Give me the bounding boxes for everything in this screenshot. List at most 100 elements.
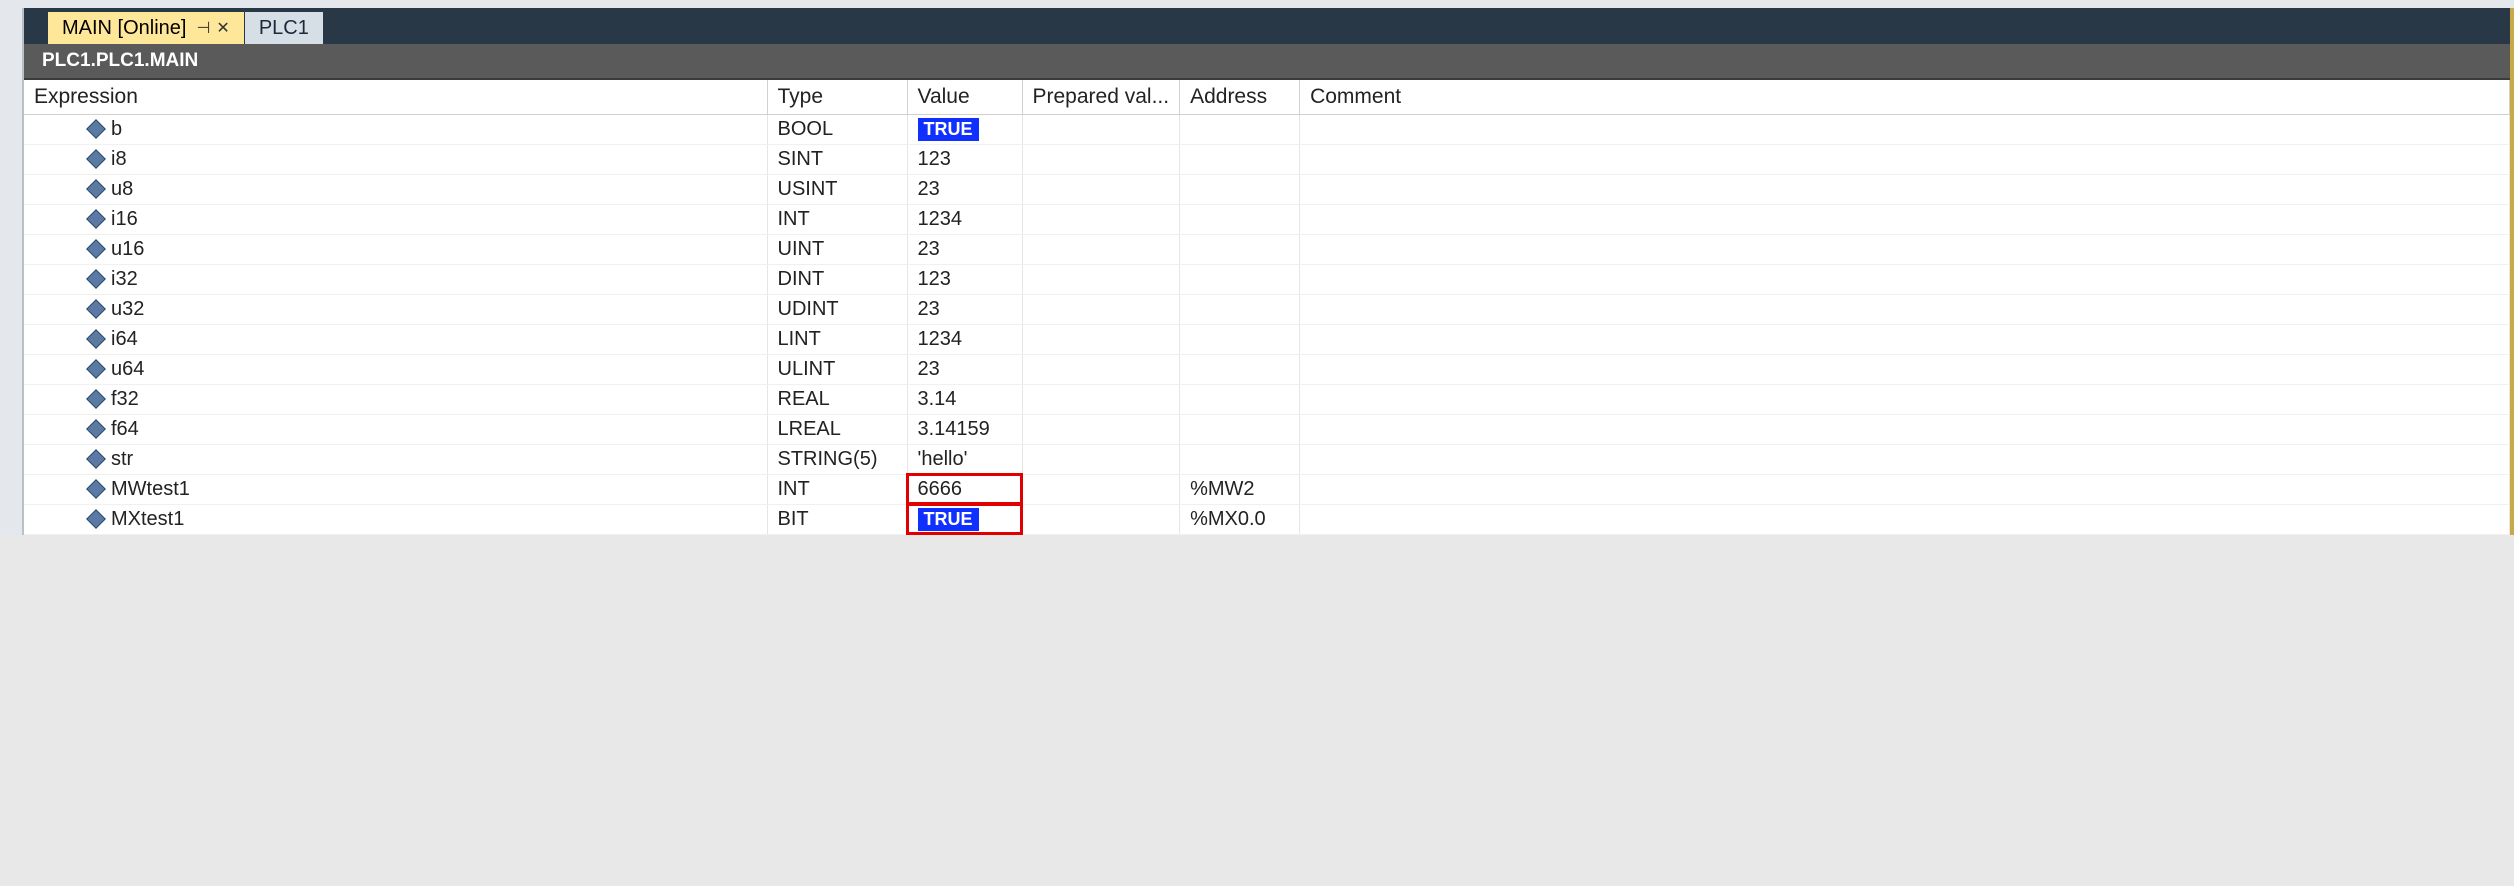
variable-icon — [89, 302, 103, 316]
table-row[interactable]: strSTRING(5)'hello' — [24, 444, 2510, 474]
prepared-cell[interactable] — [1022, 264, 1180, 294]
col-header-address[interactable]: Address — [1180, 80, 1300, 114]
prepared-cell[interactable] — [1022, 414, 1180, 444]
type-cell: LREAL — [767, 414, 907, 444]
prepared-cell[interactable] — [1022, 474, 1180, 504]
comment-cell[interactable] — [1300, 294, 2510, 324]
comment-cell[interactable] — [1300, 474, 2510, 504]
prepared-cell[interactable] — [1022, 354, 1180, 384]
col-header-comment[interactable]: Comment — [1300, 80, 2510, 114]
variable-icon — [89, 212, 103, 226]
address-cell — [1180, 114, 1300, 144]
value-cell[interactable]: 3.14159 — [907, 414, 1022, 444]
address-cell — [1180, 264, 1300, 294]
value-text: 23 — [918, 238, 940, 260]
value-text: 23 — [918, 358, 940, 380]
variable-icon — [89, 182, 103, 196]
value-text: 'hello' — [918, 448, 968, 470]
comment-cell[interactable] — [1300, 204, 2510, 234]
comment-cell[interactable] — [1300, 234, 2510, 264]
type-cell: LINT — [767, 324, 907, 354]
variable-icon — [89, 152, 103, 166]
comment-cell[interactable] — [1300, 414, 2510, 444]
pin-icon[interactable]: ⊣ — [196, 18, 210, 38]
table-row[interactable]: u8USINT23 — [24, 174, 2510, 204]
prepared-cell[interactable] — [1022, 504, 1180, 534]
type-cell: INT — [767, 474, 907, 504]
table-row[interactable]: i16INT1234 — [24, 204, 2510, 234]
left-gutter — [0, 8, 24, 535]
type-cell: INT — [767, 204, 907, 234]
value-cell[interactable]: 23 — [907, 234, 1022, 264]
table-row[interactable]: MXtest1BITTRUE%MX0.0 — [24, 504, 2510, 534]
table-row[interactable]: i64 LINT 1234 — [24, 324, 2510, 354]
comment-cell[interactable] — [1300, 144, 2510, 174]
variable-name: i64 — [111, 328, 138, 351]
value-cell[interactable]: TRUE — [907, 504, 1022, 534]
value-cell[interactable]: 3.14 — [907, 384, 1022, 414]
type-cell: USINT — [767, 174, 907, 204]
prepared-cell[interactable] — [1022, 234, 1180, 264]
comment-cell[interactable] — [1300, 174, 2510, 204]
variable-name: str — [111, 448, 133, 471]
value-text: 3.14 — [918, 388, 957, 410]
prepared-cell[interactable] — [1022, 384, 1180, 414]
prepared-cell[interactable] — [1022, 324, 1180, 354]
comment-cell[interactable] — [1300, 504, 2510, 534]
variable-name: u64 — [111, 358, 144, 381]
comment-cell[interactable] — [1300, 354, 2510, 384]
table-row[interactable]: i8SINT123 — [24, 144, 2510, 174]
value-cell[interactable]: 123 — [907, 264, 1022, 294]
comment-cell[interactable] — [1300, 264, 2510, 294]
value-cell[interactable]: TRUE — [907, 114, 1022, 144]
editor-area: MAIN [Online]⊣✕PLC1 PLC1.PLC1.MAIN Expre… — [24, 8, 2514, 535]
variable-name: u16 — [111, 238, 144, 261]
type-cell: REAL — [767, 384, 907, 414]
col-header-prepared[interactable]: Prepared val... — [1022, 80, 1180, 114]
table-row[interactable]: MWtest1INT6666%MW2 — [24, 474, 2510, 504]
prepared-cell[interactable] — [1022, 174, 1180, 204]
comment-cell[interactable] — [1300, 114, 2510, 144]
value-cell[interactable]: 6666 — [907, 474, 1022, 504]
comment-cell[interactable] — [1300, 324, 2510, 354]
prepared-cell[interactable] — [1022, 444, 1180, 474]
tab-bar: MAIN [Online]⊣✕PLC1 — [24, 8, 2510, 44]
table-row[interactable]: u64 ULINT 23 — [24, 354, 2510, 384]
table-row[interactable]: i32DINT123 — [24, 264, 2510, 294]
value-cell[interactable]: 'hello' — [907, 444, 1022, 474]
variable-icon — [89, 122, 103, 136]
variable-name: u32 — [111, 298, 144, 321]
table-row[interactable]: f32REAL3.14 — [24, 384, 2510, 414]
col-header-expression[interactable]: Expression — [24, 80, 767, 114]
table-row[interactable]: u32UDINT23 — [24, 294, 2510, 324]
tab-plc1[interactable]: PLC1 — [245, 12, 324, 44]
comment-cell[interactable] — [1300, 444, 2510, 474]
value-cell[interactable]: 23 — [907, 174, 1022, 204]
col-header-type[interactable]: Type — [767, 80, 907, 114]
prepared-cell[interactable] — [1022, 144, 1180, 174]
prepared-cell[interactable] — [1022, 204, 1180, 234]
variable-icon — [89, 452, 103, 466]
tab-main-online-[interactable]: MAIN [Online]⊣✕ — [48, 12, 245, 44]
close-icon[interactable]: ✕ — [216, 18, 229, 38]
value-cell[interactable]: 23 — [907, 294, 1022, 324]
table-row[interactable]: bBOOLTRUE — [24, 114, 2510, 144]
value-cell[interactable]: 123 — [907, 144, 1022, 174]
variable-icon — [89, 392, 103, 406]
variable-name: MXtest1 — [111, 508, 184, 531]
variable-name: i32 — [111, 268, 138, 291]
address-cell: %MX0.0 — [1180, 504, 1300, 534]
value-cell[interactable]: 1234 — [907, 204, 1022, 234]
table-row[interactable]: u16 UINT 23 — [24, 234, 2510, 264]
value-text: 1234 — [918, 328, 963, 350]
type-cell: ULINT — [767, 354, 907, 384]
type-cell: UINT — [767, 234, 907, 264]
prepared-cell[interactable] — [1022, 294, 1180, 324]
value-cell[interactable]: 23 — [907, 354, 1022, 384]
table-row[interactable]: f64LREAL3.14159 — [24, 414, 2510, 444]
prepared-cell[interactable] — [1022, 114, 1180, 144]
comment-cell[interactable] — [1300, 384, 2510, 414]
value-cell[interactable]: 1234 — [907, 324, 1022, 354]
col-header-value[interactable]: Value — [907, 80, 1022, 114]
address-cell: %MW2 — [1180, 474, 1300, 504]
